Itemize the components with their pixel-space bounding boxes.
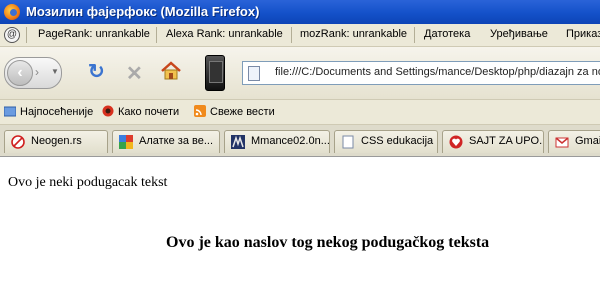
reload-icon[interactable]: ↻ bbox=[88, 62, 105, 82]
page-heading: Ovo je kao naslov tog nekog podugačkog t… bbox=[166, 234, 490, 251]
forward-icon[interactable]: › bbox=[35, 65, 39, 79]
bookmark-most-visited[interactable]: Најпосећеније bbox=[4, 105, 93, 118]
bookmark-getting-started[interactable]: Како почети bbox=[102, 105, 179, 118]
back-forward-buttons[interactable]: ‹ › ▼ bbox=[4, 57, 62, 89]
page-icon bbox=[248, 66, 260, 81]
alexa-rank-indicator[interactable]: Alexa Rank: unrankable bbox=[166, 28, 283, 40]
firefox-bookmark-icon bbox=[102, 105, 114, 117]
tab-label: SAJT ZA UPO... bbox=[469, 135, 544, 147]
tab-label: Gmail bbox=[575, 135, 600, 147]
separator bbox=[26, 27, 27, 43]
home-icon[interactable] bbox=[160, 60, 182, 82]
bookmark-latest-headlines[interactable]: Свеже вести bbox=[194, 105, 275, 118]
tab-neogen[interactable]: Neogen.rs bbox=[4, 130, 108, 153]
page-icon bbox=[342, 135, 354, 149]
bookmark-label: Како почети bbox=[118, 106, 180, 118]
tab-gmail[interactable]: Gmail bbox=[548, 130, 600, 153]
menu-edit[interactable]: Уређивање bbox=[490, 28, 548, 40]
tab-label: Mmance02.0n... bbox=[251, 135, 330, 147]
gmail-favicon-icon bbox=[555, 137, 569, 148]
bookmark-label: Најпосећеније bbox=[20, 106, 94, 118]
stop-icon[interactable]: ✕ bbox=[126, 61, 143, 86]
rss-icon bbox=[194, 105, 206, 117]
mozrank-indicator[interactable]: mozRank: unrankable bbox=[300, 28, 407, 40]
tab-css-edukacija[interactable]: CSS edukacija bbox=[334, 130, 438, 153]
tab-label: CSS edukacija bbox=[361, 135, 434, 147]
tab-webmaster-tools[interactable]: Алатке за ве... bbox=[112, 130, 220, 153]
window-title: Мозилин фајерфокс (Mozilla Firefox) bbox=[26, 4, 260, 19]
menubar: @ PageRank: unrankable Alexa Rank: unran… bbox=[0, 24, 600, 47]
bookmark-label: Свеже вести bbox=[210, 106, 275, 118]
page-content: Ovo je neki podugacak tekst Ovo je kao n… bbox=[0, 157, 600, 304]
seo-toolbar-icon[interactable]: @ bbox=[4, 27, 20, 43]
bookmarks-toolbar: Најпосећеније Како почети Свеже вести bbox=[0, 100, 600, 125]
address-url[interactable]: file:///C:/Documents and Settings/mance/… bbox=[275, 66, 600, 78]
tab-sajt-za-upo[interactable]: SAJT ZA UPO... bbox=[442, 130, 544, 153]
history-dropdown-icon[interactable]: ▼ bbox=[51, 67, 59, 76]
mmance-favicon-icon bbox=[231, 135, 245, 149]
firefox-logo-icon bbox=[4, 4, 20, 20]
page-paragraph: Ovo je neki podugacak tekst bbox=[8, 175, 168, 190]
device-icon[interactable] bbox=[205, 55, 225, 91]
folder-icon bbox=[4, 106, 16, 117]
tab-label: Neogen.rs bbox=[31, 135, 82, 147]
pagerank-indicator[interactable]: PageRank: unrankable bbox=[38, 28, 150, 40]
separator bbox=[156, 27, 157, 43]
separator bbox=[291, 27, 292, 43]
tab-label: Алатке за ве... bbox=[139, 135, 214, 147]
tab-mmance[interactable]: Mmance02.0n... bbox=[224, 130, 330, 153]
navigation-toolbar: ‹ › ▼ ↻ ✕ file:///C:/Documents and Setti… bbox=[0, 47, 600, 100]
heart-favicon-icon bbox=[449, 135, 463, 149]
google-favicon-icon bbox=[119, 135, 133, 149]
separator bbox=[414, 27, 415, 43]
menu-view[interactable]: Приказ bbox=[566, 28, 600, 40]
menu-file[interactable]: Датотека bbox=[424, 28, 470, 40]
back-icon[interactable]: ‹ bbox=[7, 60, 33, 86]
address-bar[interactable]: file:///C:/Documents and Settings/mance/… bbox=[242, 61, 600, 85]
tab-bar: Neogen.rs Алатке за ве... Mmance02.0n...… bbox=[0, 125, 600, 157]
neogen-favicon-icon bbox=[11, 135, 25, 149]
window-titlebar: Мозилин фајерфокс (Mozilla Firefox) bbox=[0, 0, 600, 24]
